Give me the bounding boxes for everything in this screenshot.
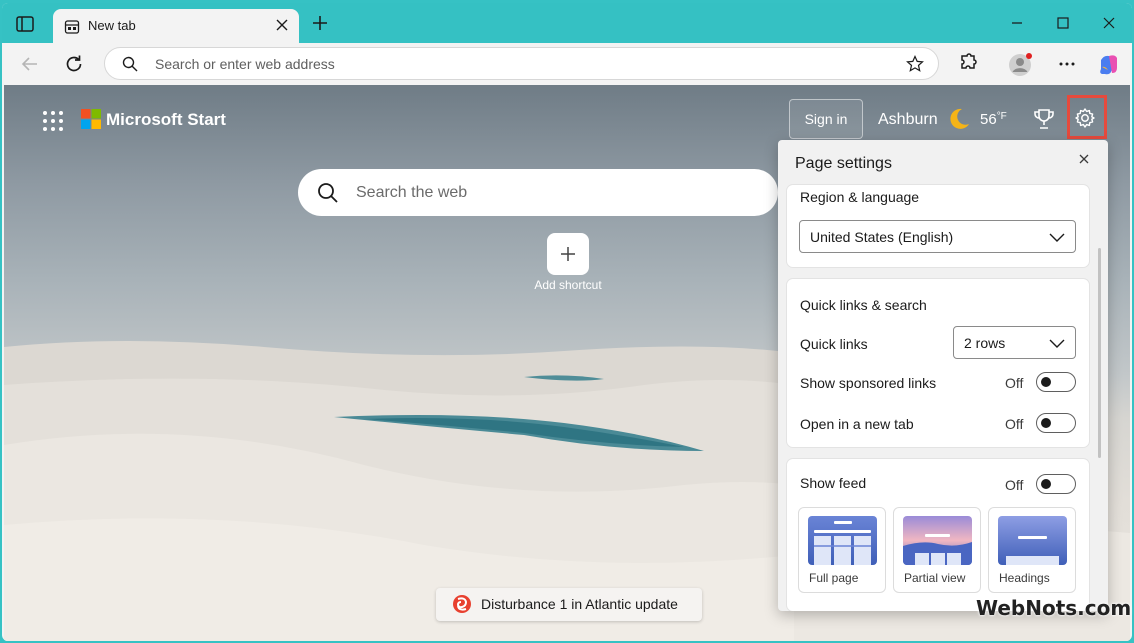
gear-icon[interactable]: [1074, 107, 1096, 129]
back-icon[interactable]: [18, 52, 42, 76]
minimize-icon[interactable]: [994, 3, 1040, 43]
brand-name[interactable]: Microsoft Start: [106, 110, 226, 130]
close-tab-icon[interactable]: [275, 18, 289, 32]
sponsored-links-toggle[interactable]: [1036, 372, 1076, 392]
layout-name: Headings: [999, 571, 1050, 585]
region-select[interactable]: United States (English): [799, 220, 1076, 253]
toggle-knob: [1041, 418, 1051, 428]
show-feed-toggle[interactable]: [1036, 474, 1076, 494]
address-placeholder: Search or enter web address: [155, 56, 335, 72]
panel-title: Page settings: [795, 155, 892, 172]
quick-links-select[interactable]: 2 rows: [953, 326, 1076, 359]
full-page-thumbnail: [808, 516, 877, 565]
weather-city[interactable]: Ashburn: [878, 111, 938, 129]
partial-view-thumbnail: [903, 516, 972, 565]
tab-strip: New tab: [2, 3, 1132, 43]
news-ticker[interactable]: Disturbance 1 in Atlantic update: [436, 588, 702, 621]
layout-headings[interactable]: Headings: [988, 507, 1076, 593]
tab-actions-icon[interactable]: [14, 13, 36, 35]
add-shortcut-button[interactable]: [547, 233, 589, 275]
microsoft-logo: [81, 109, 101, 129]
temperature-unit: °F: [996, 111, 1007, 122]
layout-full-page[interactable]: Full page: [798, 507, 886, 593]
refresh-icon[interactable]: [62, 52, 86, 76]
tab-new-tab[interactable]: New tab: [53, 9, 299, 43]
panel-scrollbar[interactable]: [1098, 248, 1101, 458]
more-menu-icon[interactable]: [1055, 52, 1079, 76]
layout-partial-view[interactable]: Partial view: [893, 507, 981, 593]
copilot-icon[interactable]: [1096, 52, 1120, 76]
show-feed-state: Off: [1005, 477, 1024, 493]
region-label: Region & language: [800, 189, 920, 205]
open-new-tab-toggle[interactable]: [1036, 413, 1076, 433]
screen: New tab Search or enter web address Micr…: [0, 0, 1134, 643]
window-controls: [994, 3, 1132, 43]
news-ticker-text: Disturbance 1 in Atlantic update: [481, 596, 678, 612]
address-bar[interactable]: Search or enter web address: [104, 47, 939, 80]
toggle-knob: [1041, 479, 1051, 489]
new-tab-icon: [64, 19, 80, 35]
browser-window: New tab Search or enter web address Micr…: [2, 3, 1132, 641]
search-icon: [317, 182, 339, 204]
quick-links-section-title: Quick links & search: [800, 297, 927, 313]
show-feed-label: Show feed: [800, 475, 867, 491]
chevron-down-icon: [1049, 336, 1065, 350]
layout-name: Partial view: [904, 571, 966, 585]
weather-temperature[interactable]: 56°F: [980, 111, 1007, 128]
apps-launcher-icon[interactable]: [42, 110, 64, 132]
sponsored-links-state: Off: [1005, 375, 1024, 391]
headings-thumbnail: [998, 516, 1067, 565]
favorite-star-icon[interactable]: [906, 55, 924, 73]
page-settings-panel: Page settings Region & language United S…: [778, 140, 1108, 611]
web-search-box[interactable]: Search the web: [298, 169, 778, 216]
extensions-icon[interactable]: [955, 52, 979, 76]
search-icon: [122, 56, 138, 72]
maximize-icon[interactable]: [1040, 3, 1086, 43]
profile-avatar[interactable]: [1008, 52, 1032, 76]
quick-links-label: Quick links: [800, 336, 868, 352]
open-new-tab-label: Open in a new tab: [800, 416, 914, 432]
sign-in-button[interactable]: Sign in: [789, 99, 863, 139]
watermark-text: WebNots.com: [976, 596, 1132, 620]
close-window-icon[interactable]: [1086, 3, 1132, 43]
region-card: Region & language United States (English…: [787, 185, 1089, 267]
quick-links-value: 2 rows: [964, 335, 1006, 351]
temperature-value: 56: [980, 111, 997, 128]
open-new-tab-state: Off: [1005, 416, 1024, 432]
chevron-down-icon: [1049, 230, 1065, 244]
toolbar: Search or enter web address: [2, 43, 1132, 85]
rewards-trophy-icon[interactable]: [1032, 107, 1056, 131]
new-tab-button[interactable]: [309, 12, 331, 34]
quick-links-card: Quick links & search Quick links 2 rows …: [787, 279, 1089, 447]
tab-title: New tab: [88, 18, 136, 33]
add-shortcut-label: Add shortcut: [534, 278, 602, 292]
sponsored-links-label: Show sponsored links: [800, 375, 937, 391]
close-icon[interactable]: [1077, 152, 1091, 166]
layout-name: Full page: [809, 571, 859, 585]
feed-card: Show feed Off Full page Partial view Hea…: [787, 459, 1089, 611]
new-tab-page: Microsoft Start Sign in Ashburn 56°F Sea…: [4, 85, 1130, 641]
hurricane-icon: [452, 594, 472, 614]
search-placeholder: Search the web: [356, 184, 468, 201]
moon-weather-icon[interactable]: [946, 106, 972, 132]
toggle-knob: [1041, 377, 1051, 387]
region-value: United States (English): [810, 229, 954, 245]
